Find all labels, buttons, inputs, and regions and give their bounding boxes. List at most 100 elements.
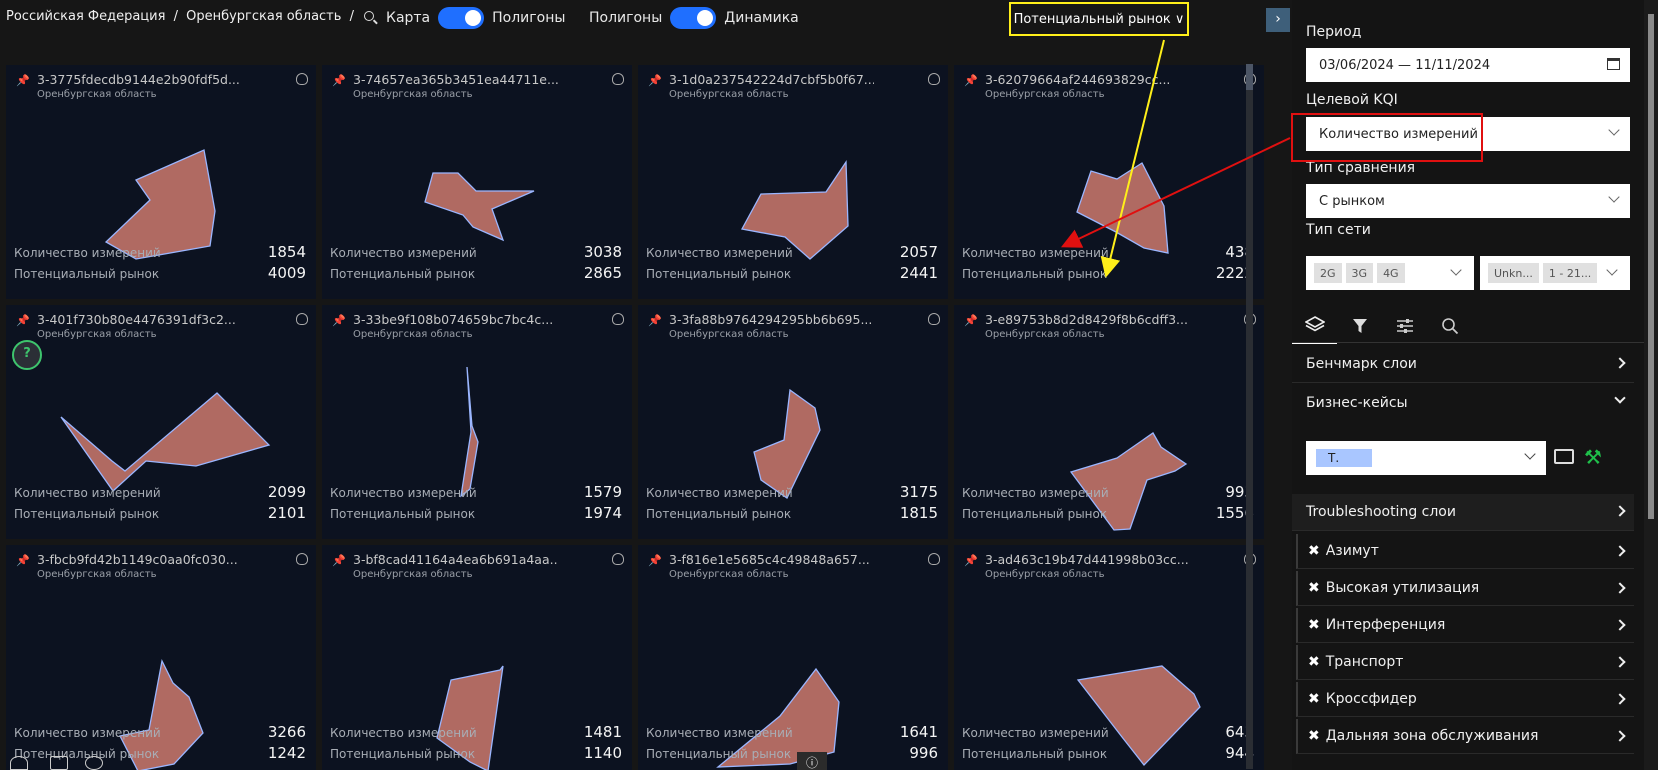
panel-scrollbar-thumb[interactable] (1648, 14, 1654, 519)
layer-item-label: Интерференция (1325, 617, 1446, 633)
polygons-dynamics-switch[interactable] (670, 7, 717, 29)
building-icon[interactable] (50, 756, 68, 770)
metric-value-market: 1242 (267, 744, 306, 762)
polygon-card[interactable]: 📌 3-401f730b80e4476391df3c2... Оренбургс… (6, 305, 316, 539)
chevron-down-icon (1608, 191, 1620, 203)
polygon-card[interactable]: 📌 3-62079664af244693829cc... Оренбургска… (954, 65, 1264, 299)
tab-search[interactable] (1427, 308, 1472, 344)
polygon-card[interactable]: 📌 3-ad463c19b47d441998b03cc... Оренбургс… (954, 545, 1264, 770)
compare-type-select[interactable]: С рынком (1306, 184, 1630, 218)
metric-label-market: Потенциальный рынок (330, 747, 476, 761)
chevron-right-icon (1614, 656, 1626, 668)
business-cases-section[interactable]: Бизнес-кейсы (1292, 384, 1634, 421)
metric-label-market: Потенциальный рынок (962, 747, 1108, 761)
period-value: 03/06/2024 — 11/11/2024 (1319, 57, 1491, 73)
layers-toggle-icon[interactable] (10, 756, 28, 770)
metric-label-measurements: Количество измерений (962, 246, 1109, 260)
metric-value-market: 996 (909, 744, 938, 762)
tabs-divider (1292, 342, 1644, 343)
metric-label-measurements: Количество измерений (330, 246, 477, 260)
tools-icon: ✖ (1308, 691, 1320, 707)
chevron-right-icon (1614, 693, 1626, 705)
calendar-icon[interactable] (1607, 58, 1620, 70)
chevron-right-icon (1614, 730, 1626, 742)
tab-layers[interactable] (1292, 308, 1337, 344)
metric-label-measurements: Количество измерений (646, 486, 793, 500)
collapse-panel-button[interactable]: › (1266, 8, 1290, 32)
period-label: Период (1306, 24, 1362, 40)
tools-icon: ✖ (1308, 654, 1320, 670)
navigation-icon[interactable] (85, 756, 103, 770)
metric-label-measurements: Количество измерений (14, 246, 161, 260)
bottom-toolbar (0, 752, 140, 770)
metric-value-measurements: 1579 (583, 483, 622, 501)
layer-item-transport[interactable]: ✖ Транспорт (1296, 645, 1634, 680)
layer-item-far-zone[interactable]: ✖ Дальняя зона обслуживания (1296, 719, 1634, 754)
polygon-card[interactable]: 📌 3-1d0a237542224d7cbf5b0f67... Оренбург… (638, 65, 948, 299)
hammer-icon[interactable]: ⚒ (1584, 445, 1606, 469)
layer-item-interference[interactable]: ✖ Интерференция (1296, 608, 1634, 643)
map-polygons-switch[interactable] (438, 7, 485, 29)
polygon-card[interactable]: 📌 3-3fa88b9764294295bb6b695... Оренбургс… (638, 305, 948, 539)
layer-item-high-utilization[interactable]: ✖ Высокая утилизация (1296, 571, 1634, 606)
search-icon[interactable] (364, 11, 375, 21)
benchmark-layers-section[interactable]: Бенчмарк слои (1292, 346, 1634, 383)
metric-label-measurements: Количество измерений (330, 726, 477, 740)
section-label: Troubleshooting слои (1306, 504, 1456, 520)
grid-scrollbar[interactable] (1246, 64, 1253, 769)
tools-icon: ✖ (1308, 728, 1320, 744)
folder-icon[interactable] (1554, 449, 1574, 464)
network-chip: 3G (1345, 263, 1374, 283)
layer-item-crossfeeder[interactable]: ✖ Кроссфидер (1296, 682, 1634, 717)
chevron-right-icon (1614, 357, 1626, 369)
chevron-right-icon (1614, 619, 1626, 631)
polygon-card[interactable]: 📌 3-33be9f108b074659bc7bc4c... Оренбургс… (322, 305, 632, 539)
toggle-right-label: Полигоны (492, 10, 566, 26)
metric-value-market: 1974 (583, 504, 622, 522)
metric-value-measurements: 3175 (899, 483, 938, 501)
breadcrumb-item-region[interactable]: Оренбургская область (186, 9, 341, 24)
polygon-card[interactable]: 📌 3-fbcb9fd42b1149c0aa0fc030... Оренбург… (6, 545, 316, 770)
metric-label-measurements: Количество измерений (14, 486, 161, 500)
tab-filter[interactable] (1337, 308, 1382, 344)
layer-item-label: Азимут (1325, 543, 1379, 559)
polygon-card[interactable]: 📌 3-3775fdecdb9144e2b90fdf5d... Оренбург… (6, 65, 316, 299)
polygon-card[interactable]: 📌 3-f816e1e5685c4c49848a657... Оренбургс… (638, 545, 948, 770)
business-case-select[interactable]: Т. (1306, 441, 1546, 475)
breadcrumb: Российская Федерация / Оренбургская обла… (6, 9, 378, 24)
grid-scrollbar-thumb[interactable] (1246, 64, 1253, 90)
chevron-down-icon (1614, 392, 1626, 404)
section-label: Бизнес-кейсы (1306, 394, 1408, 411)
search-icon (1441, 318, 1458, 335)
layer-item-azimuth[interactable]: ✖ Азимут (1296, 534, 1634, 569)
troubleshooting-layers-section[interactable]: Troubleshooting слои (1292, 494, 1634, 531)
metric-value-market: 2101 (267, 504, 306, 522)
metric-value-market: 1140 (583, 744, 622, 762)
network-type-label: Тип сети (1306, 222, 1371, 238)
polygon-card[interactable]: 📌 3-bf8cad41164a4ea6b691a4aa... Оренбург… (322, 545, 632, 770)
band-select[interactable]: Unkn... 1 - 21... (1480, 256, 1630, 290)
chevron-right-icon (1614, 545, 1626, 557)
metric-value-measurements: 3266 (267, 723, 306, 741)
metric-value-measurements: 1641 (899, 723, 938, 741)
polygon-shape (753, 388, 821, 499)
metric-value-market: 2441 (899, 264, 938, 282)
metric-label-market: Потенциальный рынок (646, 747, 792, 761)
metric-value-measurements: 1481 (583, 723, 622, 741)
metric-label-market: Потенциальный рынок (330, 267, 476, 281)
period-date-range-input[interactable]: 03/06/2024 — 11/11/2024 (1306, 48, 1630, 82)
metric-label-market: Потенциальный рынок (330, 507, 476, 521)
info-icon[interactable]: ⓘ (797, 752, 827, 770)
polygons-dynamics-toggle: Полигоны Динамика (589, 7, 799, 29)
sliders-icon (1396, 319, 1413, 333)
network-type-select[interactable]: 2G 3G 4G (1306, 256, 1474, 290)
polygon-card[interactable]: 📌 3-e89753b8d2d8429f8b6cdff3... Оренбург… (954, 305, 1264, 539)
potential-market-dropdown[interactable]: Потенциальный рынок ∨ (1009, 2, 1189, 36)
tab-settings[interactable] (1382, 308, 1427, 344)
polygon-card[interactable]: 📌 3-74657ea365b3451ea44711e... Оренбургс… (322, 65, 632, 299)
metric-label-market: Потенциальный рынок (962, 267, 1108, 281)
network-chip: 2G (1314, 263, 1342, 283)
help-icon[interactable]: ? (12, 340, 42, 370)
breadcrumb-item-country[interactable]: Российская Федерация (6, 9, 165, 24)
network-chip: 4G (1377, 263, 1405, 283)
